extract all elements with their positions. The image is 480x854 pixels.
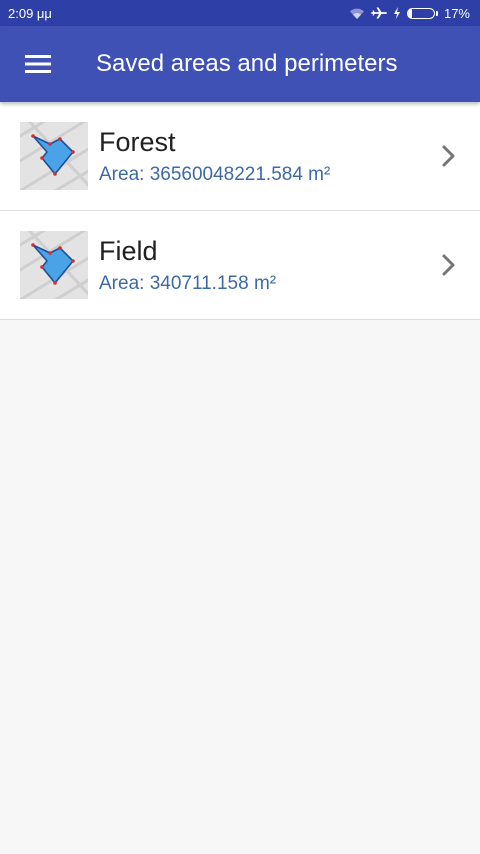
status-icons: 17% [349, 6, 470, 21]
area-map-thumbnail-icon [20, 122, 88, 190]
page-title: Saved areas and perimeters [96, 50, 398, 77]
item-name: Field [99, 235, 158, 266]
airplane-icon [371, 6, 387, 20]
chevron-right-icon [434, 254, 464, 276]
status-bar: 2:09 μμ 17% [0, 0, 480, 26]
status-time: 2:09 μμ [8, 5, 52, 21]
wifi-icon [349, 7, 365, 20]
chevron-right-icon [434, 145, 464, 167]
list-item-field[interactable]: Field Area: 340711.158 m² [0, 211, 480, 320]
battery-icon [406, 7, 438, 19]
hamburger-menu-icon [25, 55, 51, 73]
item-text: Field Area: 340711.158 m² [99, 235, 434, 294]
app-bar: Saved areas and perimeters [0, 26, 480, 102]
charging-icon [393, 7, 401, 19]
saved-areas-list: Forest Area: 36560048221.584 m² Field Ar… [0, 102, 480, 320]
list-item-forest[interactable]: Forest Area: 36560048221.584 m² [0, 102, 480, 211]
battery-percent: 17% [443, 5, 470, 21]
item-area: Area: 36560048221.584 m² [99, 163, 331, 185]
menu-button[interactable] [0, 26, 76, 102]
battery-level [407, 8, 413, 18]
item-name: Forest [99, 126, 176, 157]
item-text: Forest Area: 36560048221.584 m² [99, 126, 434, 185]
area-map-thumbnail-icon [20, 231, 88, 299]
item-area: Area: 340711.158 m² [99, 272, 277, 294]
